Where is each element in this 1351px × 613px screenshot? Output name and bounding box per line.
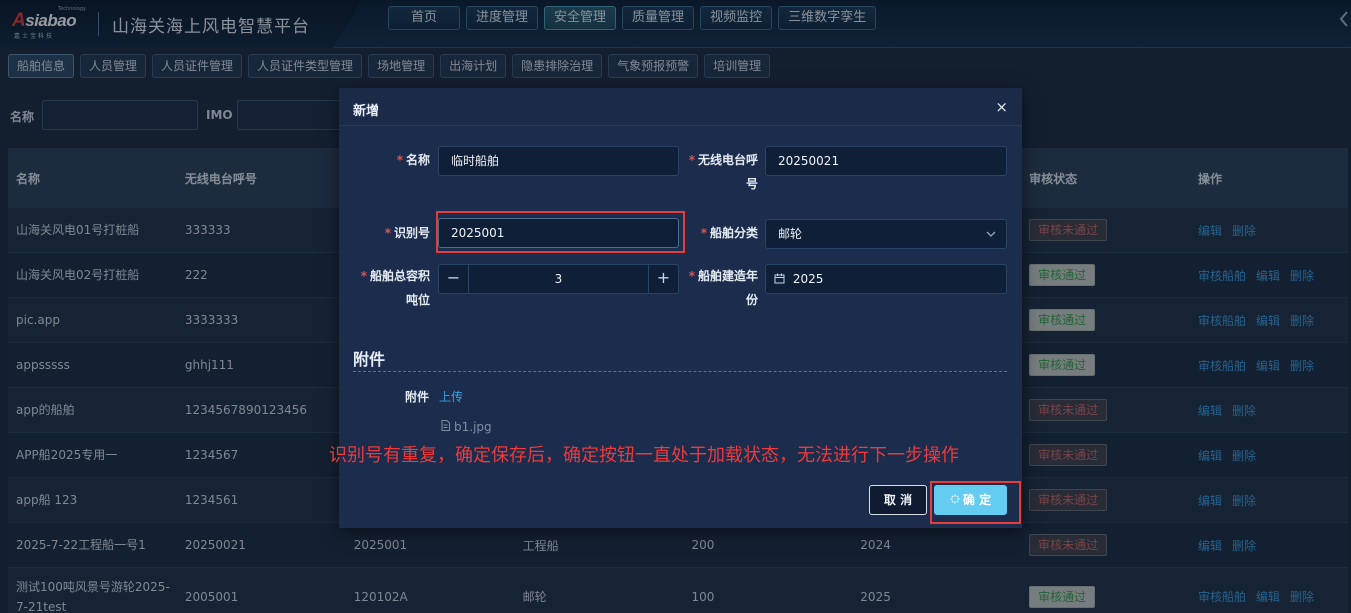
plus-button[interactable]: + (648, 265, 678, 293)
name-input[interactable]: 临时船舶 (438, 146, 679, 176)
upload-link[interactable]: 上传 (439, 388, 463, 405)
year-value: 2025 (792, 272, 824, 286)
section-divider (353, 371, 1007, 372)
category-label: * 船舶分类 (700, 226, 758, 240)
tonnage-label: * 船舶总容积吨位 (360, 269, 430, 307)
cancel-button[interactable]: 取 消 (869, 485, 927, 515)
file-icon (441, 420, 450, 434)
name-label: * 名称 (396, 153, 430, 167)
attachment-file[interactable]: b1.jpg (441, 420, 492, 434)
category-value: 邮轮 (778, 227, 803, 241)
category-select[interactable]: 邮轮 (765, 219, 1007, 249)
attachment-section-title: 附件 (353, 350, 386, 369)
close-icon[interactable]: × (995, 98, 1008, 116)
attachment-label: 附件 (405, 390, 430, 404)
calendar-icon (774, 266, 785, 294)
callsign-input[interactable]: 20250021 (765, 146, 1007, 176)
dialog-title: 新增 (353, 104, 380, 119)
annotation-id-highlight (436, 211, 685, 253)
annotation-confirm-highlight (930, 481, 1021, 524)
year-picker[interactable]: 2025 (765, 264, 1007, 294)
annotation-text: 识别号有重复，确定保存后，确定按钮一直处于加载状态，无法进行下一步操作 (329, 445, 959, 466)
id-label: * 识别号 (384, 226, 430, 240)
dialog-header: 新增 × (339, 88, 1022, 126)
tonnage-stepper[interactable]: − 3 + (438, 264, 679, 294)
chevron-down-icon (986, 220, 996, 258)
tonnage-value: 3 (554, 272, 563, 286)
minus-button[interactable]: − (439, 265, 469, 293)
callsign-label: * 无线电台呼号 (688, 153, 758, 191)
file-name: b1.jpg (454, 420, 492, 434)
year-label: * 船舶建造年份 (688, 269, 758, 307)
